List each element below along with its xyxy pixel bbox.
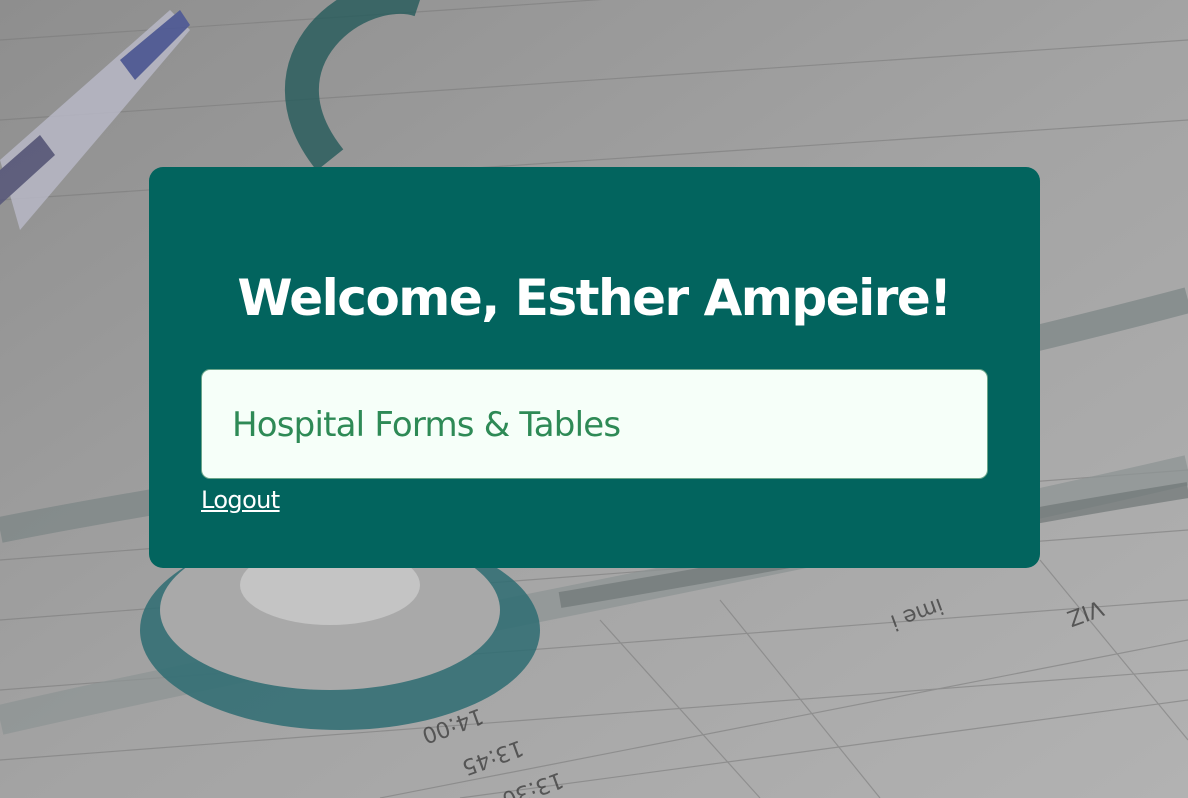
welcome-card: [149, 167, 1040, 568]
hospital-forms-tables-label: Hospital Forms & Tables: [232, 405, 621, 445]
hospital-forms-tables-button[interactable]: Hospital Forms & Tables: [201, 369, 988, 479]
logout-link[interactable]: Logout: [201, 483, 280, 517]
welcome-heading: Welcome, Esther Ampeire!: [237, 269, 952, 327]
